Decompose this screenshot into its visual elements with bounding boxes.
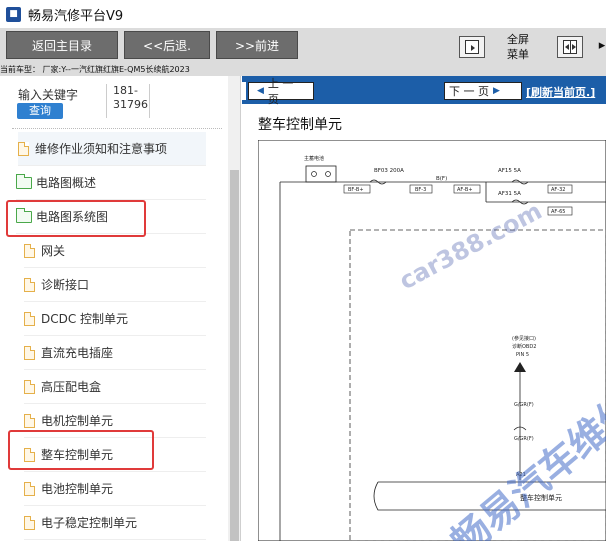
fuse-bf03-label: BF03 200A [374, 168, 404, 174]
vcu-module-block [373, 481, 606, 511]
title-bar: ■ 畅易汽修平台V9 [0, 0, 606, 28]
back-button[interactable]: <<后退. [124, 31, 210, 59]
sidebar: 输入关键字 查询 181- 31796 维修作业须知和注意事项 电路图概述 电路… [0, 76, 241, 541]
app-title: 畅易汽修平台V9 [28, 8, 124, 24]
tree-item-repair-notice[interactable]: 维修作业须知和注意事项 [18, 132, 206, 166]
tree-item-esc[interactable]: 电子稳定控制单元 [24, 506, 206, 540]
prev-page-button[interactable]: ◀ 上 一 页 [248, 77, 314, 106]
home-button[interactable]: 返回主目录 [6, 31, 118, 59]
app-logo-icon: ■ [6, 6, 21, 22]
collapse-panel-button[interactable] [459, 36, 485, 58]
fullscreen-label: 全屏 菜单 [507, 33, 529, 61]
document-icon [24, 311, 35, 326]
svg-text:AF-65: AF-65 [551, 209, 565, 215]
wiring-diagram: 主蓄电池 BF03 200A B(F) BF-B+ BF-3 AF-B+ AF1… [258, 140, 606, 541]
arrow-left-icon: ◀ [257, 86, 264, 96]
tree-item-gateway[interactable]: 网关 [24, 234, 206, 268]
refresh-page-link[interactable]: [刷新当前页.] [526, 84, 595, 100]
tree-item-hv-box[interactable]: 高压配电盒 [24, 370, 206, 404]
highlight-box-wiring-system [6, 200, 146, 237]
split-view-button[interactable] [557, 36, 583, 58]
search-label: 输入关键字 [18, 88, 79, 102]
document-icon [24, 345, 35, 360]
svg-text:AF-32: AF-32 [551, 187, 565, 193]
wire-label-2: G/GR(F) [514, 436, 534, 442]
wire-label-1: G/GR(F) [514, 402, 534, 408]
obd-ref-line2: 诊断OBD2 [512, 343, 536, 350]
document-id: 181- 31796 [106, 84, 150, 118]
battery-box [305, 165, 337, 183]
split-view-icon [563, 40, 577, 54]
tree-item-wiring-overview[interactable]: 电路图概述 [16, 166, 206, 200]
obd-ref-line3: PIN 5 [516, 352, 529, 358]
document-icon [24, 481, 35, 496]
divider [12, 128, 222, 129]
fuse-af31-label: AF31 5A [498, 191, 521, 197]
scrollbar-thumb[interactable] [230, 170, 239, 541]
svg-text:AF-B+: AF-B+ [457, 187, 473, 193]
panel-toggle-icon [465, 40, 479, 54]
forward-button[interactable]: >>前进 [216, 31, 298, 59]
arrow-right-icon: ▶ [493, 86, 500, 96]
pin-label: A21 [516, 472, 526, 478]
obd-ref-line1: (参见接口) [512, 335, 536, 342]
obd-arrow [514, 362, 526, 372]
document-icon [18, 141, 29, 156]
sidebar-scrollbar[interactable] [228, 76, 240, 541]
vehicle-info: 当前车型： 厂家:Y--一汽红旗红旗E-QM5长续航2023 [0, 64, 606, 76]
diagram-frame [258, 140, 606, 541]
diagram-viewer: ◀ 上 一 页 下 一 页 ▶ [刷新当前页.] 整车控制单元 主蓄电池 BF0… [242, 76, 606, 541]
highlight-box-vcu [8, 430, 154, 470]
document-icon [24, 243, 35, 258]
next-page-button[interactable]: 下 一 页 ▶ [444, 82, 522, 100]
more-menu-icon[interactable]: ▸ [598, 38, 606, 53]
folder-icon [16, 173, 32, 189]
vcu-module-label: 整车控制单元 [520, 493, 562, 502]
tree-item-dc-charge[interactable]: 直流充电插座 [24, 336, 206, 370]
tree-item-dcdc[interactable]: DCDC 控制单元 [24, 302, 206, 336]
document-icon [24, 413, 35, 428]
document-icon [24, 515, 35, 530]
search-button[interactable]: 查询 [17, 103, 63, 119]
toolbar: 返回主目录 <<后退. >>前进 全屏 菜单 ▸ [0, 28, 606, 64]
page-nav-bar: ◀ 上 一 页 下 一 页 ▶ [刷新当前页.] [242, 76, 606, 106]
document-icon [24, 379, 35, 394]
svg-text:BF-B+: BF-B+ [348, 187, 364, 193]
svg-text:BF-3: BF-3 [415, 187, 426, 193]
tree-item-bms[interactable]: 电池控制单元 [24, 472, 206, 506]
fuse-af15-label: AF15 5A [498, 168, 521, 174]
tree-item-diagnostic-port[interactable]: 诊断接口 [24, 268, 206, 302]
diagram-title: 整车控制单元 [258, 117, 342, 133]
net-bf-label: B(F) [436, 176, 447, 182]
battery-label: 主蓄电池 [304, 155, 324, 162]
document-icon [24, 277, 35, 292]
